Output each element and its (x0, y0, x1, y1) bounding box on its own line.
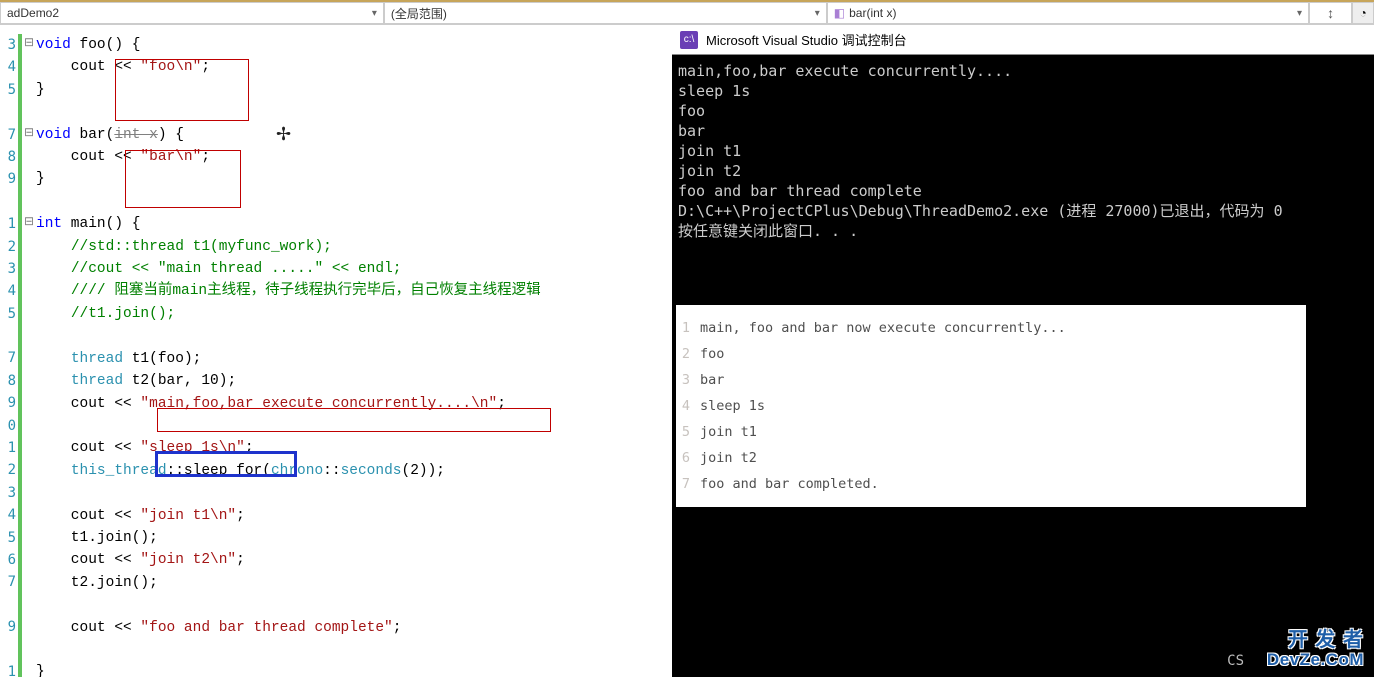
class-dropdown-label: adDemo2 (7, 6, 59, 20)
expected-output-panel: 1main, foo and bar now execute concurren… (676, 305, 1306, 507)
chevron-down-icon: ▾ (809, 8, 820, 19)
member-dropdown[interactable]: ◧bar(int x) ▾ (827, 2, 1309, 24)
method-icon: ◧ (834, 6, 849, 20)
fold-toggle-icon[interactable]: ⊟ (24, 125, 34, 139)
console-output: main,foo,bar execute concurrently.... sl… (672, 55, 1374, 247)
watermark-small: CS (1227, 653, 1244, 669)
fold-toggle-icon[interactable]: ⊟ (24, 214, 34, 228)
list-item: 2foo (676, 341, 1306, 367)
chevron-down-icon: ▾ (1291, 8, 1302, 19)
chevron-down-icon: ▾ (366, 8, 377, 19)
watermark: 开 发 者 DevZe.CoM (1267, 630, 1364, 669)
split-window-icon[interactable]: ↕ (1327, 5, 1334, 21)
list-item: 4sleep 1s (676, 393, 1306, 419)
list-item: 7foo and bar completed. (676, 471, 1306, 497)
watermark-line2: DevZe.CoM (1267, 651, 1364, 669)
scope-dropdown-label: (全局范围) (391, 5, 447, 22)
code-text: void foo() { cout << "foo\n"; } void bar… (36, 34, 541, 677)
list-item: 5join t1 (676, 419, 1306, 445)
class-dropdown[interactable]: adDemo2 ▾ (0, 2, 384, 24)
code-editor[interactable]: 345789123457890123456791 ⊟ ⊟ ⊟ void foo(… (0, 25, 672, 677)
editor-split-controls: ↕ (1309, 2, 1352, 24)
vs-icon: c:\ (680, 31, 698, 49)
debug-console-window: c:\ Microsoft Visual Studio 调试控制台 main,f… (672, 25, 1374, 677)
change-indicator (18, 34, 22, 677)
list-item: 1main, foo and bar now execute concurren… (676, 315, 1306, 341)
breadcrumb-nav: adDemo2 ▾ (全局范围) ▾ ◧bar(int x) ▾ ↕ ◔ (0, 0, 1374, 25)
list-item: 3bar (676, 367, 1306, 393)
watermark-line1: 开 发 者 (1267, 630, 1364, 651)
list-item: 6join t2 (676, 445, 1306, 471)
line-number-gutter: 345789123457890123456791 (0, 25, 16, 677)
fold-toggle-icon[interactable]: ⊟ (24, 35, 34, 49)
loading-icon: ◔ (1352, 2, 1374, 24)
scope-dropdown[interactable]: (全局范围) ▾ (384, 2, 827, 24)
console-titlebar: c:\ Microsoft Visual Studio 调试控制台 (672, 25, 1374, 55)
console-title-text: Microsoft Visual Studio 调试控制台 (706, 30, 907, 49)
member-dropdown-label: bar(int x) (849, 6, 896, 20)
